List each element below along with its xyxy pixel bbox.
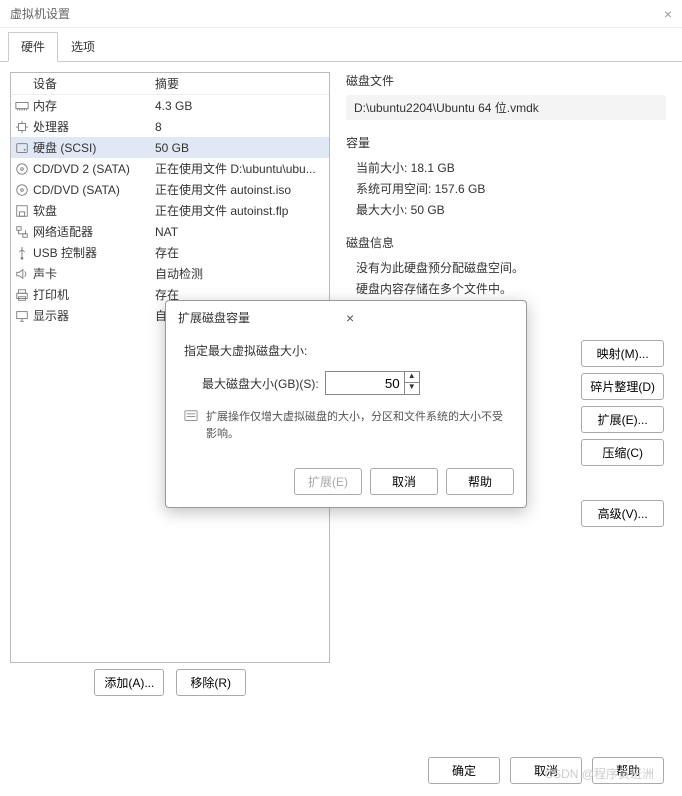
device-name: 声卡 (33, 265, 57, 282)
footer-buttons: 确定 取消 帮助 (428, 757, 664, 784)
disk-info-2: 硬盘内容存储在多个文件中。 (346, 278, 666, 299)
device-row[interactable]: CD/DVD (SATA) 正在使用文件 autoinst.iso (11, 179, 329, 200)
defrag-button[interactable]: 碎片整理(D) (581, 373, 664, 400)
tab-options[interactable]: 选项 (58, 32, 108, 61)
capacity-label: 容量 (346, 134, 666, 151)
modal-expand-button[interactable]: 扩展(E) (294, 468, 362, 495)
add-button[interactable]: 添加(A)... (94, 669, 164, 696)
expand-disk-dialog: 扩展磁盘容量 × 指定最大虚拟磁盘大小: 最大磁盘大小(GB)(S): ▲ ▼ … (165, 300, 527, 508)
current-size: 当前大小: 18.1 GB (346, 157, 666, 178)
free-space: 系统可用空间: 157.6 GB (346, 178, 666, 199)
sound-icon (15, 267, 29, 281)
device-summary: NAT (155, 225, 325, 239)
cancel-button[interactable]: 取消 (510, 757, 582, 784)
disk-info-1: 没有为此硬盘预分配磁盘空间。 (346, 257, 666, 278)
printer-icon (15, 288, 29, 302)
disk-info-label: 磁盘信息 (346, 234, 666, 251)
modal-input-row: 最大磁盘大小(GB)(S): ▲ ▼ (202, 371, 508, 395)
compact-button[interactable]: 压缩(C) (581, 439, 664, 466)
device-name: 软盘 (33, 202, 57, 219)
device-row[interactable]: 处理器 8 (11, 116, 329, 137)
device-row[interactable]: 内存 4.3 GB (11, 95, 329, 116)
device-name: CD/DVD (SATA) (33, 183, 120, 197)
device-name: USB 控制器 (33, 244, 97, 261)
modal-body: 指定最大虚拟磁盘大小: 最大磁盘大小(GB)(S): ▲ ▼ 扩展操作仅增大虚拟… (166, 334, 526, 462)
device-summary: 50 GB (155, 141, 325, 155)
remove-button[interactable]: 移除(R) (176, 669, 246, 696)
device-name: 内存 (33, 97, 57, 114)
memory-icon (15, 99, 29, 113)
device-summary: 4.3 GB (155, 99, 325, 113)
device-summary: 自动检测 (155, 265, 325, 282)
device-name: 打印机 (33, 286, 69, 303)
tab-hardware[interactable]: 硬件 (8, 32, 58, 62)
device-summary: 8 (155, 120, 325, 134)
display-icon (15, 309, 29, 323)
modal-title: 扩展磁盘容量 (178, 309, 346, 326)
header-summary: 摘要 (155, 75, 325, 92)
disk-file-label: 磁盘文件 (346, 72, 666, 89)
device-row[interactable]: 网络适配器 NAT (11, 221, 329, 242)
close-icon[interactable]: × (664, 6, 672, 22)
title-bar: 虚拟机设置 × (0, 0, 682, 28)
spinner: ▲ ▼ (405, 371, 420, 395)
device-row[interactable]: CD/DVD 2 (SATA) 正在使用文件 D:\ubuntu\ubu... (11, 158, 329, 179)
device-row[interactable]: USB 控制器 存在 (11, 242, 329, 263)
modal-help-button[interactable]: 帮助 (446, 468, 514, 495)
device-row[interactable]: 声卡 自动检测 (11, 263, 329, 284)
info-icon (184, 409, 198, 423)
disk-size-input[interactable] (325, 371, 405, 395)
floppy-icon (15, 204, 29, 218)
tab-bar: 硬件 选项 (0, 28, 682, 62)
modal-cancel-button[interactable]: 取消 (370, 468, 438, 495)
device-summary: 正在使用文件 autoinst.flp (155, 202, 325, 219)
disk-icon (15, 141, 29, 155)
disk-file-path: D:\ubuntu2204\Ubuntu 64 位.vmdk (346, 95, 666, 120)
device-row[interactable]: 软盘 正在使用文件 autoinst.flp (11, 200, 329, 221)
device-header: 设备 摘要 (11, 73, 329, 95)
device-name: CD/DVD 2 (SATA) (33, 162, 130, 176)
modal-note: 扩展操作仅增大虚拟磁盘的大小，分区和文件系统的大小不受影响。 (184, 409, 508, 442)
disk-action-buttons: 映射(M)... 碎片整理(D) 扩展(E)... 压缩(C) 高级(V)... (581, 340, 664, 527)
spinner-down-icon[interactable]: ▼ (405, 383, 419, 394)
modal-footer: 扩展(E) 取消 帮助 (166, 462, 526, 507)
window-title: 虚拟机设置 (10, 5, 664, 22)
device-buttons: 添加(A)... 移除(R) (10, 663, 330, 702)
device-summary: 正在使用文件 autoinst.iso (155, 181, 325, 198)
device-row[interactable]: 硬盘 (SCSI) 50 GB (11, 137, 329, 158)
usb-icon (15, 246, 29, 260)
network-icon (15, 225, 29, 239)
ok-button[interactable]: 确定 (428, 757, 500, 784)
modal-label: 指定最大虚拟磁盘大小: (184, 342, 508, 359)
expand-button[interactable]: 扩展(E)... (581, 406, 664, 433)
device-summary: 正在使用文件 D:\ubuntu\ubu... (155, 160, 325, 177)
device-name: 显示器 (33, 307, 69, 324)
modal-title-bar: 扩展磁盘容量 × (166, 301, 526, 334)
cpu-icon (15, 120, 29, 134)
device-name: 硬盘 (SCSI) (33, 139, 96, 156)
device-summary: 存在 (155, 244, 325, 261)
cd-icon (15, 162, 29, 176)
help-button[interactable]: 帮助 (592, 757, 664, 784)
cd-icon (15, 183, 29, 197)
modal-close-icon[interactable]: × (346, 310, 514, 326)
map-button[interactable]: 映射(M)... (581, 340, 664, 367)
device-name: 处理器 (33, 118, 69, 135)
modal-note-text: 扩展操作仅增大虚拟磁盘的大小，分区和文件系统的大小不受影响。 (206, 409, 508, 442)
header-device: 设备 (15, 75, 155, 92)
max-size: 最大大小: 50 GB (346, 199, 666, 220)
advanced-button[interactable]: 高级(V)... (581, 500, 664, 527)
field-label: 最大磁盘大小(GB)(S): (202, 375, 319, 392)
device-name: 网络适配器 (33, 223, 93, 240)
